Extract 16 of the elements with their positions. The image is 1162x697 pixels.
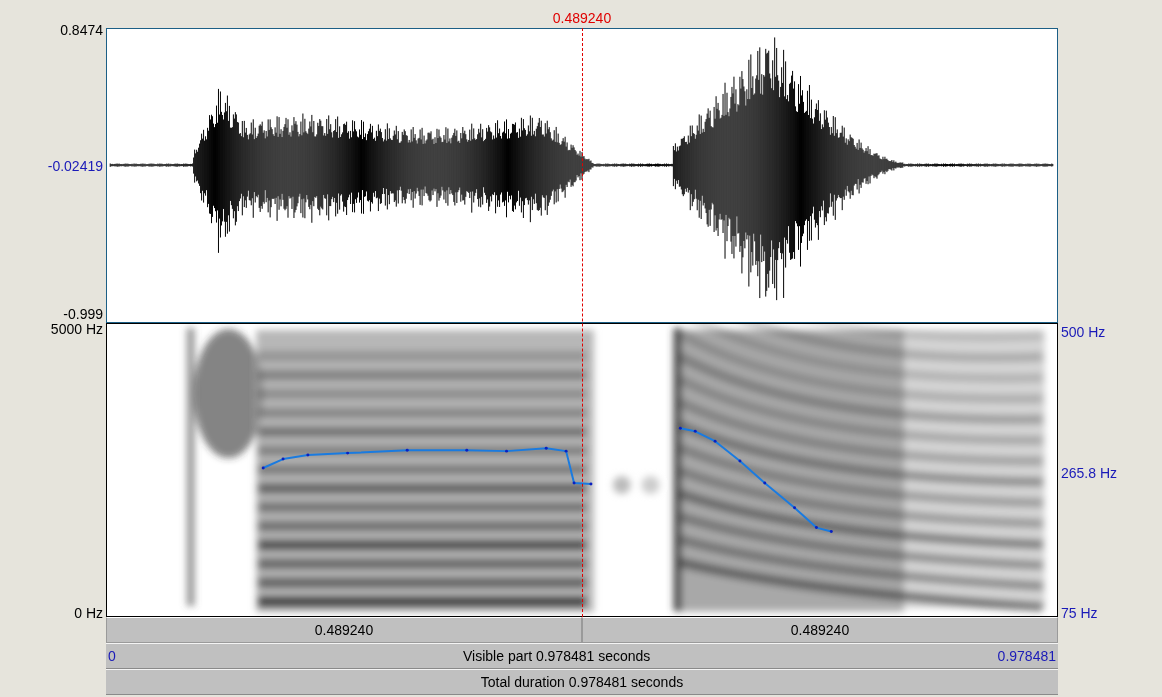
axis-label: 0 Hz <box>74 605 103 621</box>
axis-label: 5000 Hz <box>50 321 103 337</box>
axis-label: -0.999 <box>63 306 103 322</box>
time-segment-bar[interactable]: 0.489240 <box>106 617 582 643</box>
visible-part-label: Visible part 0.978481 seconds <box>463 648 651 664</box>
time-end-label: 0.978481 <box>997 648 1056 664</box>
axis-label: 500 Hz <box>1061 324 1107 340</box>
total-duration-bar[interactable]: Total duration 0.978481 seconds <box>106 669 1058 695</box>
axis-label: 75 Hz <box>1061 605 1099 621</box>
axis-label: 0.8474 <box>60 22 103 38</box>
axis-label: 265.8 Hz <box>1061 464 1119 481</box>
time-start-label: 0 <box>108 648 116 664</box>
axis-label: -0.02419 <box>47 158 103 174</box>
time-segment-bar[interactable]: 0.489240 <box>582 617 1058 643</box>
cursor-time-label: 0.489240 <box>552 10 612 28</box>
visible-part-bar[interactable]: 0 Visible part 0.978481 seconds 0.978481 <box>106 643 1058 669</box>
